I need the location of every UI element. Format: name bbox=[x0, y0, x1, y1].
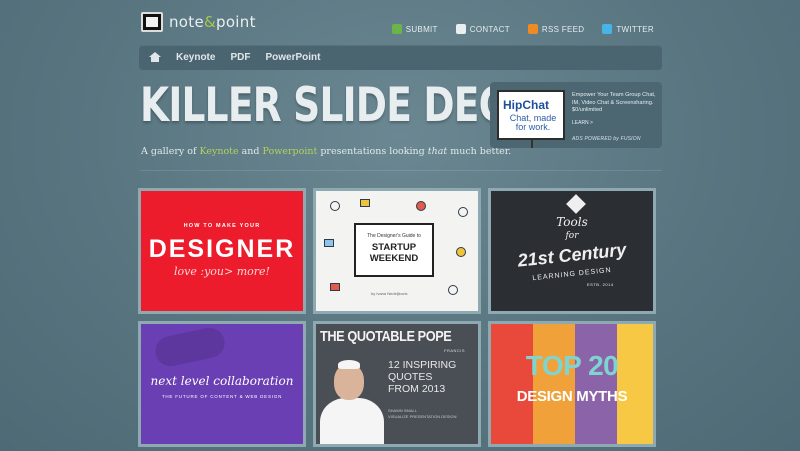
envelope-icon bbox=[455, 24, 466, 34]
gallery-item-21st-century-tools[interactable]: Tools for 21st Century LEARNING DESIGN E… bbox=[488, 188, 656, 314]
sponsor-ad[interactable]: HipChat Chat, made for work. Empower You… bbox=[490, 82, 662, 148]
clock-icon bbox=[448, 285, 458, 295]
card-title: THE QUOTABLE POPE bbox=[320, 328, 452, 345]
ad-copy[interactable]: Empower Your Team Group Chat, IM, Video … bbox=[572, 92, 660, 115]
rss-feed-link[interactable]: RSS FEED bbox=[527, 24, 584, 34]
contact-link[interactable]: CONTACT bbox=[455, 24, 510, 34]
card-title-box: The Designer's Guide to STARTUP WEEKEND bbox=[354, 223, 434, 277]
color-stripe bbox=[533, 324, 575, 444]
home-icon[interactable] bbox=[149, 52, 161, 63]
chat-bubble-icon bbox=[360, 199, 370, 207]
site-logo[interactable]: note&point bbox=[141, 12, 256, 32]
color-stripe bbox=[617, 324, 653, 444]
ad-tagline: Chat, made for work. bbox=[509, 113, 557, 133]
ad-brand: HipChat bbox=[503, 98, 549, 112]
monitor-icon bbox=[324, 239, 334, 247]
gallery-item-startup-weekend[interactable]: The Designer's Guide to STARTUP WEEKEND b… bbox=[313, 188, 481, 314]
nav-item-powerpoint[interactable]: PowerPoint bbox=[265, 52, 320, 63]
card-title: TOP 20 bbox=[525, 350, 619, 381]
color-stripe bbox=[491, 324, 533, 444]
card-byline: by Ivana Nedeljkovic bbox=[371, 291, 408, 296]
twitter-link[interactable]: TWITTER bbox=[602, 24, 654, 34]
pope-portrait bbox=[320, 358, 384, 444]
star-icon bbox=[566, 194, 586, 214]
top-links: SUBMIT CONTACT RSS FEED TWITTER bbox=[391, 24, 654, 34]
divider bbox=[140, 170, 662, 171]
logo-text: note&point bbox=[169, 13, 256, 31]
submit-link[interactable]: SUBMIT bbox=[391, 24, 438, 34]
card-title: STARTUP WEEKEND bbox=[369, 242, 419, 264]
card-subtitle: 12 INSPIRING QUOTES FROM 2013 bbox=[388, 359, 457, 395]
ad-image[interactable]: HipChat Chat, made for work. bbox=[497, 90, 565, 148]
card-subtitle: DESIGN MYTHS bbox=[516, 388, 628, 405]
briefcase-icon bbox=[330, 283, 340, 291]
rss-icon bbox=[527, 24, 538, 34]
page-subtitle: A gallery of Keynote and Powerpoint pres… bbox=[141, 146, 512, 157]
color-stripe bbox=[575, 324, 617, 444]
card-title: DESIGNER bbox=[148, 235, 296, 263]
keynote-link[interactable]: Keynote bbox=[200, 146, 239, 157]
gallery-item-designer[interactable]: HOW TO MAKE YOUR DESIGNER love :you> mor… bbox=[138, 188, 306, 314]
photo-backdrop bbox=[152, 325, 228, 369]
card-title: Tools bbox=[556, 215, 588, 229]
circle-icon bbox=[330, 201, 340, 211]
twitter-icon bbox=[602, 24, 613, 34]
ad-powered-by[interactable]: ADS POWERED by FUSION bbox=[572, 136, 641, 142]
card-title: next level collaboration bbox=[150, 374, 294, 388]
powerpoint-link[interactable]: Powerpoint bbox=[263, 146, 318, 157]
card-tagline: love :you> more! bbox=[174, 265, 270, 278]
category-nav: Keynote PDF PowerPoint bbox=[139, 45, 662, 70]
gallery-item-design-myths[interactable]: TOP 20 DESIGN MYTHS bbox=[488, 321, 656, 447]
lifebuoy-icon bbox=[416, 201, 426, 211]
ad-learn-link[interactable]: LEARN > bbox=[572, 120, 593, 126]
slide-logo-icon bbox=[141, 12, 163, 32]
card-kicker: HOW TO MAKE YOUR bbox=[183, 223, 261, 229]
nav-item-keynote[interactable]: Keynote bbox=[176, 52, 215, 63]
gallery-item-collaboration[interactable]: next level collaboration THE FUTURE OF C… bbox=[138, 321, 306, 447]
nav-item-pdf[interactable]: PDF bbox=[230, 52, 250, 63]
bulb-icon bbox=[456, 247, 466, 257]
gear-icon bbox=[458, 207, 468, 217]
card-credit: SHAWN SMALL VISUALIZE PRESENTATION DESIGN bbox=[388, 408, 457, 419]
card-subtitle: THE FUTURE OF CONTENT & WEB DESIGN bbox=[161, 394, 283, 399]
gallery-item-quotable-pope[interactable]: THE QUOTABLE POPE FRANCIS 12 INSPIRING QU… bbox=[313, 321, 481, 447]
submit-icon bbox=[391, 24, 402, 34]
